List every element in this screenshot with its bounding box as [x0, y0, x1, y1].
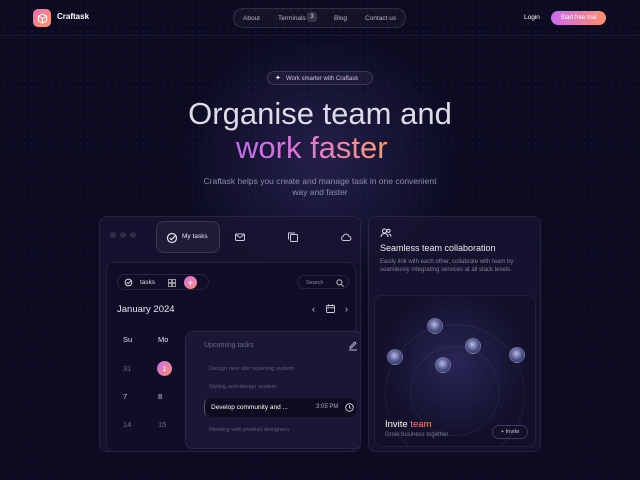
hero-title-line1: Organise team and — [188, 96, 452, 131]
mail-icon[interactable] — [234, 231, 246, 243]
login-link[interactable]: Login — [524, 14, 540, 21]
avatar — [427, 318, 443, 334]
hero-title-line2: work faster — [236, 130, 388, 165]
weekday-su: Su — [123, 335, 133, 344]
day-cell[interactable]: 31 — [123, 364, 131, 373]
check-circle-icon — [166, 232, 178, 244]
window-controls — [110, 232, 136, 238]
search-input[interactable]: Search — [297, 275, 349, 289]
nav-link-about[interactable]: About — [243, 15, 260, 22]
chevron-right-icon[interactable]: › — [345, 304, 348, 314]
chevron-left-icon[interactable]: ‹ — [312, 304, 315, 314]
start-trial-button[interactable]: Start free trial — [551, 11, 606, 25]
day-cell[interactable]: 15 — [158, 420, 166, 429]
add-task-button[interactable]: + — [184, 276, 197, 289]
copy-icon[interactable] — [287, 231, 299, 243]
weekday-mo: Mo — [158, 335, 169, 344]
nav-link-contact[interactable]: Contact us — [365, 15, 396, 22]
hero-announcement-pill[interactable]: ✦ Work smarter with Craftask — [267, 71, 373, 85]
day-cell[interactable]: 14 — [123, 420, 131, 429]
hero-pill-text: Work smarter with Craftask — [286, 75, 359, 82]
collab-description: Easily link with each other, collabrate … — [380, 259, 514, 273]
calendar-icon[interactable] — [325, 304, 335, 313]
hero-subtitle: Craftask helps you create and manage tas… — [203, 176, 437, 197]
sparkle-icon: ✦ — [275, 75, 281, 82]
nav-links: About Terminals Blog Contact us — [233, 8, 406, 28]
brand-name[interactable]: Craftask — [57, 12, 89, 21]
tab-my-tasks-label: My tasks — [182, 233, 208, 240]
nav-link-blog[interactable]: Blog — [334, 15, 347, 22]
edit-icon[interactable] — [348, 341, 358, 351]
invite-team-panel: Invite team Grow business together + Inv… — [374, 295, 536, 447]
invite-title-accent: team — [410, 419, 432, 430]
invite-title: Invite team — [385, 419, 431, 430]
day-cell[interactable]: 7 — [123, 392, 127, 401]
cloud-icon[interactable] — [340, 231, 352, 243]
task-item[interactable]: Design new site reporting system — [209, 366, 294, 372]
calendar-panel: tasks + Search January 2024 ‹ › Su Mo 31… — [106, 262, 360, 451]
avatar — [435, 357, 451, 373]
top-nav: Craftask About Terminals Blog Contact us… — [0, 0, 640, 36]
avatar — [387, 349, 403, 365]
upcoming-tasks-panel: Upcoming tasks Design new site reporting… — [185, 331, 360, 449]
task-item[interactable]: Meeting with product designers — [209, 427, 289, 433]
avatar — [509, 347, 525, 363]
upcoming-tasks-title: Upcoming tasks — [204, 342, 254, 349]
users-icon — [380, 228, 392, 238]
active-task-time: 3:05 PM — [316, 404, 339, 410]
day-cell[interactable]: 8 — [158, 392, 162, 401]
terminals-count-badge: 3 — [307, 12, 317, 22]
grid-icon[interactable] — [168, 279, 176, 287]
tab-my-tasks[interactable]: My tasks — [156, 221, 220, 253]
invite-title-plain: Invite — [385, 419, 408, 430]
invite-button[interactable]: + Invite — [492, 425, 528, 439]
avatar — [465, 338, 481, 354]
check-circle-icon — [124, 278, 133, 287]
day-cell-today[interactable]: 1 — [157, 361, 172, 376]
tasks-filter-label: tasks — [140, 279, 156, 286]
collaboration-card: Seamless team collaboration Easily link … — [368, 216, 541, 452]
task-item-active[interactable]: Develop community and ... 3:05 PM — [204, 398, 356, 417]
collab-title: Seamless team collaboration — [380, 243, 496, 253]
logo-icon[interactable] — [33, 9, 51, 27]
task-item[interactable]: Styling and design system — [209, 384, 276, 390]
calendar-month: January 2024 — [117, 304, 175, 315]
calendar-nav: ‹ › — [312, 304, 348, 314]
active-task-label: Develop community and ... — [211, 404, 288, 411]
search-placeholder: Search — [306, 279, 324, 286]
nav-link-terminals[interactable]: Terminals — [278, 15, 306, 22]
task-app-preview: My tasks tasks + Search January 2024 ‹ ›… — [99, 216, 361, 452]
app-tab-bar: My tasks — [156, 221, 360, 253]
clock-icon — [345, 403, 354, 412]
invite-subtitle: Grow business together — [385, 432, 449, 438]
search-icon — [336, 279, 344, 287]
